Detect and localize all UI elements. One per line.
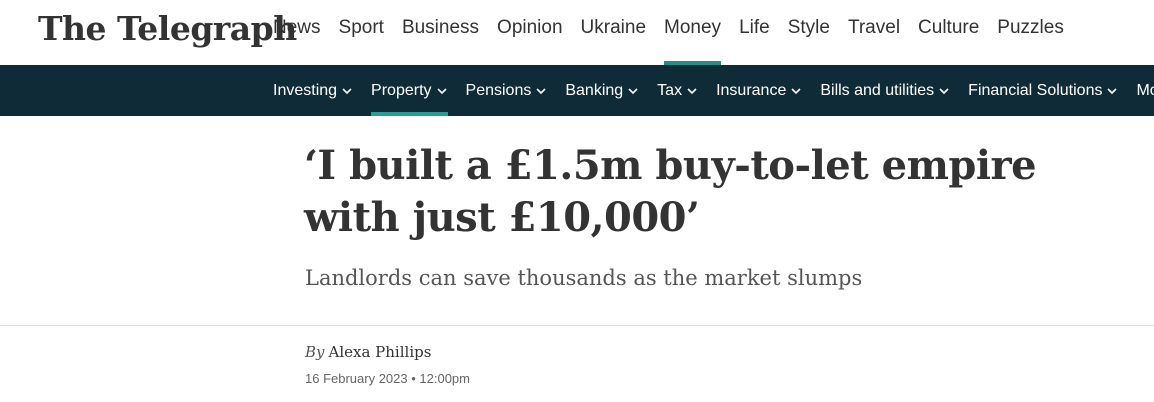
chevron-down-icon [938, 85, 950, 97]
nav-item-money[interactable]: Money [664, 0, 722, 65]
masthead: The Telegraph News Sport Business Opinio… [0, 0, 1154, 65]
chevron-down-icon [686, 85, 698, 97]
chevron-down-icon [535, 85, 547, 97]
nav-item-travel[interactable]: Travel [848, 0, 900, 65]
subnav-item-label: Bills and utilities [820, 81, 935, 99]
subnav-item-label: Pensions [465, 81, 532, 99]
nav-item-culture[interactable]: Culture [918, 0, 979, 65]
chevron-down-icon [627, 85, 639, 97]
nav-item-puzzles[interactable]: Puzzles [997, 0, 1064, 65]
subnav-item-investing[interactable]: Investing [273, 65, 353, 116]
article-headline: ‘I built a £1.5m buy-to-let empire with … [304, 142, 1037, 241]
subnav-item-label: More [1136, 81, 1154, 99]
publish-date: 16 February 2023 • 12:00pm [305, 371, 470, 386]
chevron-down-icon [790, 85, 802, 97]
subnav-item-tax[interactable]: Tax [657, 65, 698, 116]
chevron-down-icon [341, 85, 353, 97]
subnav-item-label: Insurance [716, 81, 787, 99]
subnav-item-label: Investing [273, 81, 338, 99]
nav-item-life[interactable]: Life [739, 0, 770, 65]
divider [0, 325, 1154, 326]
subnav-item-banking[interactable]: Banking [565, 65, 639, 116]
money-subnav: Investing Property Pensions Banking Tax … [0, 65, 1154, 116]
subnav-item-label: Property [371, 81, 432, 99]
subnav-item-more[interactable]: More [1136, 65, 1154, 116]
nav-item-sport[interactable]: Sport [339, 0, 384, 65]
subnav-item-bills-and-utilities[interactable]: Bills and utilities [820, 65, 950, 116]
nav-item-style[interactable]: Style [788, 0, 830, 65]
chevron-down-icon [1106, 85, 1118, 97]
subnav-item-financial-solutions[interactable]: Financial Solutions [968, 65, 1118, 116]
nav-item-opinion[interactable]: Opinion [497, 0, 563, 65]
primary-nav: News Sport Business Opinion Ukraine Mone… [273, 0, 1082, 65]
subnav-item-label: Tax [657, 81, 683, 99]
subnav-item-property[interactable]: Property [371, 65, 448, 116]
subnav-item-label: Financial Solutions [968, 81, 1103, 99]
subnav-item-label: Banking [565, 81, 624, 99]
article-standfirst: Landlords can save thousands as the mark… [305, 266, 863, 290]
subnav-item-insurance[interactable]: Insurance [716, 65, 802, 116]
author-link[interactable]: Alexa Phillips [329, 343, 432, 361]
byline: By Alexa Phillips [305, 343, 431, 361]
chevron-down-icon [436, 85, 448, 97]
telegraph-logo[interactable]: The Telegraph [38, 6, 297, 52]
subnav-item-pensions[interactable]: Pensions [466, 65, 548, 116]
nav-item-business[interactable]: Business [402, 0, 479, 65]
nav-item-news[interactable]: News [273, 0, 321, 65]
byline-prefix: By [305, 343, 325, 361]
nav-item-ukraine[interactable]: Ukraine [581, 0, 646, 65]
